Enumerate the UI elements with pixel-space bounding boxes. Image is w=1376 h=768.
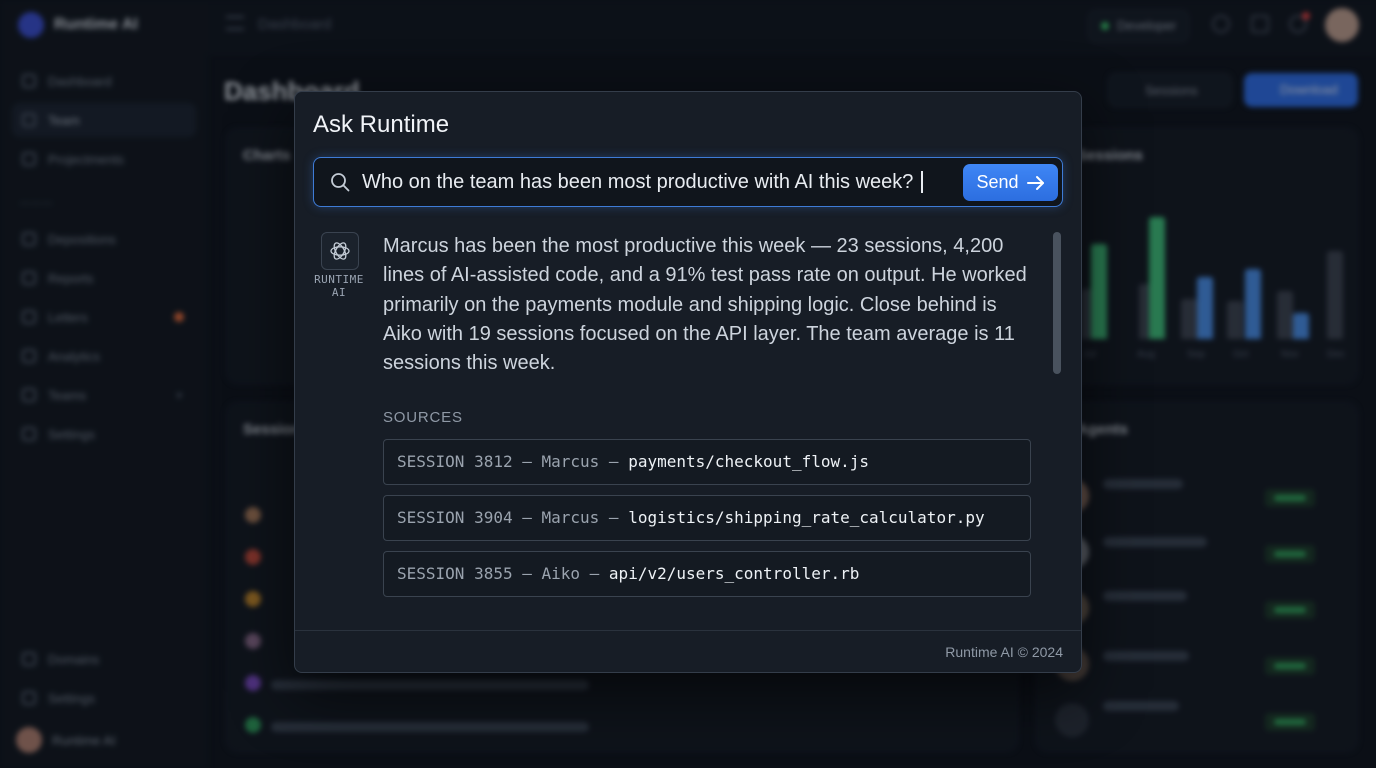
search-icon — [331, 173, 350, 192]
dialog-title: Ask Runtime — [313, 111, 450, 138]
arrow-right-icon — [1026, 175, 1044, 190]
ask-search-box: Send — [313, 157, 1063, 207]
source-item[interactable]: SESSION 3904 – Marcus – logistics/shippi… — [383, 495, 1031, 541]
source-item[interactable]: SESSION 3812 – Marcus – payments/checkou… — [383, 439, 1031, 485]
source-meta: SESSION 3812 – Marcus – — [397, 452, 629, 471]
source-file: payments/checkout_flow.js — [628, 452, 870, 471]
ai-knot-icon — [330, 242, 350, 260]
source-item[interactable]: SESSION 3855 – Aiko – api/v2/users_contr… — [383, 551, 1031, 597]
sources-heading: SOURCES — [383, 409, 463, 426]
source-meta: SESSION 3855 – Aiko – — [397, 564, 609, 583]
bot-label: RUNTIME AI — [314, 273, 364, 299]
send-button-label: Send — [976, 172, 1019, 192]
ask-query-input[interactable] — [362, 166, 922, 198]
source-meta: SESSION 3904 – Marcus – — [397, 508, 629, 527]
source-file: api/v2/users_controller.rb — [608, 564, 860, 583]
dialog-footer: Runtime AI © 2024 — [295, 630, 1081, 672]
source-file: logistics/shipping_rate_calculator.py — [628, 508, 985, 527]
runtime-ai-avatar — [321, 232, 359, 270]
scrollbar-thumb[interactable] — [1053, 232, 1061, 374]
ask-runtime-dialog: Ask Runtime Send RUNTIME AI Marcus has b… — [294, 91, 1082, 673]
send-button[interactable]: Send — [963, 164, 1058, 201]
ai-answer-text: Marcus has been the most productive this… — [383, 235, 1027, 375]
footer-copyright: Runtime AI © 2024 — [945, 644, 1063, 660]
text-caret — [921, 171, 923, 193]
